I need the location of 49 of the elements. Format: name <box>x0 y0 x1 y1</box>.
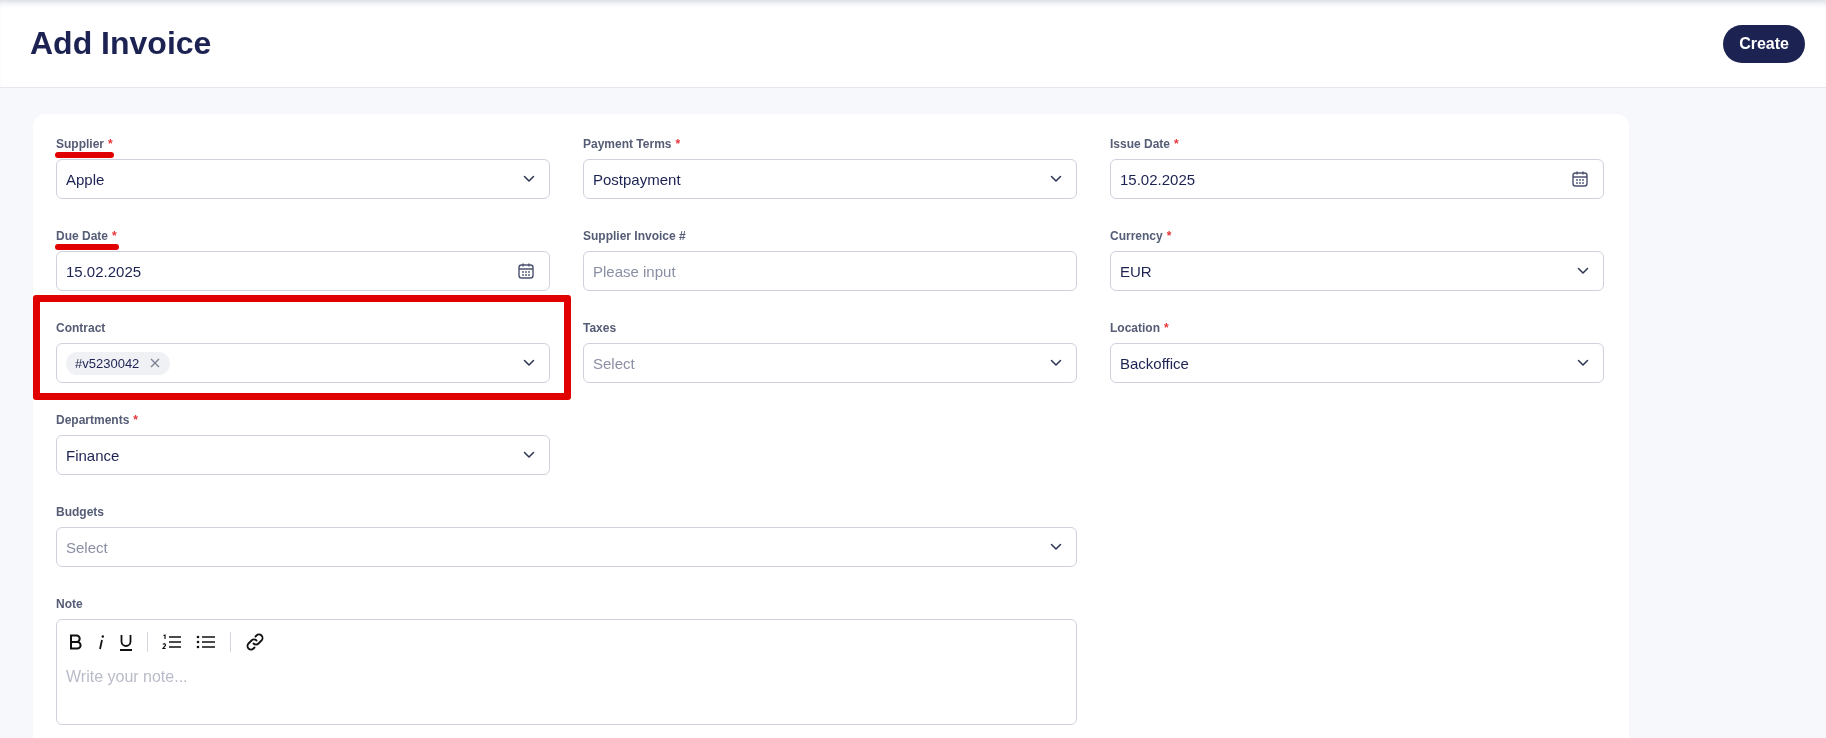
chevron-down-icon <box>1577 359 1589 367</box>
field-label: Location <box>1110 321 1160 335</box>
select-field[interactable]: Apple <box>56 159 550 199</box>
select-field[interactable]: Finance <box>56 435 550 475</box>
required-asterisk: * <box>133 413 139 427</box>
link-icon[interactable] <box>245 632 265 652</box>
input-field[interactable]: Please input <box>583 251 1077 291</box>
field-label: Budgets <box>56 505 104 519</box>
chevron-down-icon <box>1050 543 1062 551</box>
field-label: Taxes <box>583 321 617 335</box>
chevron-down-icon <box>523 175 535 183</box>
field-label: Note <box>56 597 83 611</box>
field-label: Supplier <box>56 137 104 151</box>
numbered-list-icon[interactable] <box>162 634 182 650</box>
required-asterisk: * <box>1164 321 1169 335</box>
chevron-down-icon <box>1050 359 1062 367</box>
field-label: Currency <box>1110 229 1163 243</box>
required-asterisk: * <box>108 137 113 151</box>
page-title: Add Invoice <box>30 25 212 62</box>
underline-icon[interactable] <box>119 633 133 651</box>
note-placeholder: Write your note... <box>65 667 189 687</box>
calendar-icon <box>517 262 535 280</box>
field-label: Departments <box>56 413 130 427</box>
field-label: Due Date <box>56 229 108 243</box>
bold-icon[interactable] <box>69 634 83 650</box>
select-field[interactable]: EUR <box>1110 251 1604 291</box>
close-icon[interactable] <box>150 358 161 368</box>
required-asterisk: * <box>1166 229 1172 243</box>
select-field[interactable]: Backoffice <box>1110 343 1604 383</box>
chevron-down-icon <box>523 451 535 459</box>
field-label: Contract <box>56 321 106 335</box>
select-field[interactable]: Postpayment <box>583 159 1077 199</box>
chevron-down-icon <box>1050 175 1062 183</box>
multiselect-field[interactable]: #v5230042 <box>56 343 550 383</box>
bullet-list-icon[interactable] <box>196 634 216 650</box>
required-asterisk: * <box>1174 137 1179 151</box>
tag-label: #v5230042 <box>75 355 140 371</box>
calendar-icon <box>1571 170 1589 188</box>
date-field[interactable]: 15.02.2025 <box>1110 159 1604 199</box>
field-label: Payment Terms <box>583 137 672 151</box>
italic-icon[interactable] <box>97 634 105 650</box>
chevron-down-icon <box>523 359 535 367</box>
create-button[interactable]: Create <box>1723 24 1805 63</box>
field-label: Supplier Invoice # <box>583 229 686 243</box>
field-label: Issue Date <box>1110 137 1171 151</box>
date-field[interactable]: 15.02.2025 <box>56 251 550 291</box>
chevron-down-icon <box>1577 267 1589 275</box>
required-asterisk: * <box>112 229 117 243</box>
required-asterisk: * <box>675 137 681 151</box>
